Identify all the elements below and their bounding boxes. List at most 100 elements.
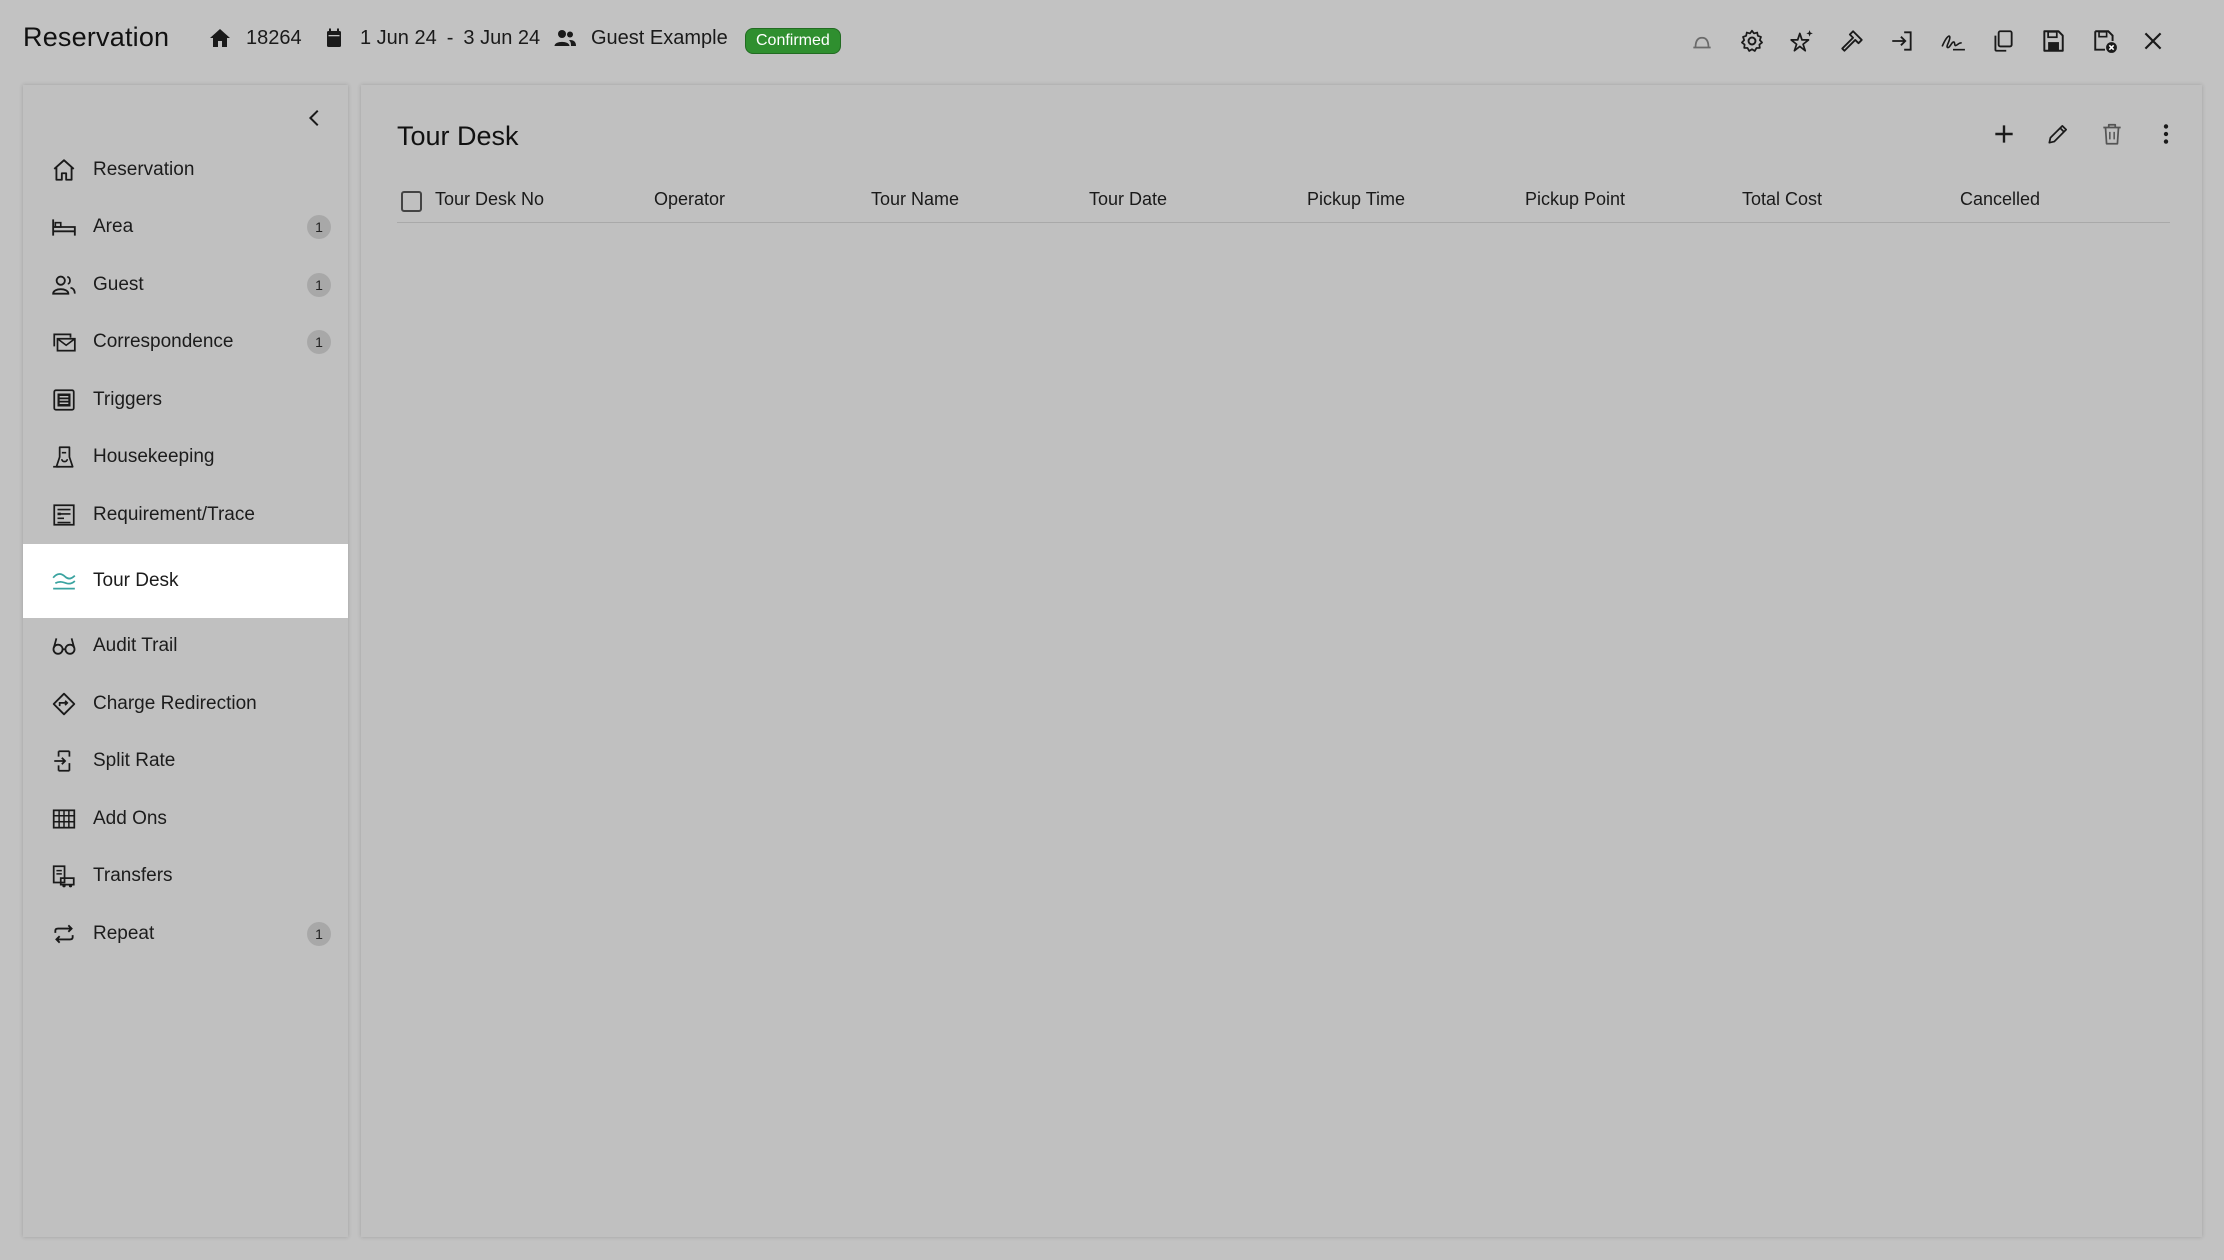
app-header: Reservation 18264 1 Jun 24 - 3 Jun 24 Gu… (0, 0, 2224, 82)
reservation-number: 18264 (208, 26, 302, 50)
column-header-tour-desk-no[interactable]: Tour Desk No (435, 189, 544, 210)
mail-stack-icon (53, 333, 76, 352)
count-badge: 1 (307, 272, 331, 297)
count-badge: 1 (307, 330, 331, 355)
diamond-arrow-icon (52, 692, 76, 715)
guest-name[interactable]: Guest Example (553, 26, 728, 50)
list-box-icon (53, 389, 75, 411)
sidebar-item-label: Charge Redirection (93, 692, 257, 714)
save-and-close-button[interactable] (2088, 24, 2122, 58)
reservation-number-value: 18264 (246, 26, 302, 49)
page-title: Reservation (23, 22, 170, 52)
column-header-pickup-point[interactable]: Pickup Point (1525, 189, 1625, 210)
users-icon (554, 30, 576, 46)
count-badge: 1 (307, 921, 331, 946)
stars-icon (1790, 30, 1813, 52)
checklist-icon (53, 504, 75, 526)
bed-icon (52, 219, 76, 236)
save-icon (2043, 30, 2064, 52)
column-header-total-cost[interactable]: Total Cost (1742, 189, 1822, 210)
pencil-icon (2048, 125, 2067, 144)
calendar-icon (327, 28, 341, 47)
sidebar-item-charge-redirection[interactable]: Charge Redirection (23, 675, 348, 733)
main-panel: Tour Desk Tour Desk No Operator Tour Nam… (361, 85, 2202, 1237)
stars-button[interactable] (1785, 24, 1819, 58)
grid-icon (52, 809, 76, 829)
plus-icon (1995, 125, 2013, 143)
sidebar-item-tour-desk[interactable]: Tour Desk (23, 543, 348, 618)
more-vertical-icon (2163, 124, 2169, 144)
guest-name-value: Guest Example (591, 26, 728, 49)
sidebar-item-label: Housekeeping (93, 446, 215, 468)
sidebar: Reservation Area 1 Guest 1 Correspondenc… (23, 85, 348, 1237)
add-button[interactable] (1987, 117, 2021, 151)
more-options-button[interactable] (2149, 117, 2183, 151)
settings-button[interactable] (1735, 24, 1769, 58)
sidebar-item-label: Triggers (93, 388, 162, 410)
sidebar-item-repeat[interactable]: Repeat 1 (23, 905, 348, 963)
column-header-tour-date[interactable]: Tour Date (1089, 189, 1167, 210)
chevron-left-icon (308, 109, 319, 127)
split-icon (54, 750, 71, 772)
tour-icon (52, 572, 76, 589)
check-in-button[interactable] (1885, 24, 1919, 58)
users-icon (52, 275, 76, 295)
home-icon (53, 159, 75, 181)
sidebar-item-reservation[interactable]: Reservation (23, 141, 348, 199)
collapse-sidebar-button[interactable] (300, 103, 330, 133)
sidebar-item-housekeeping[interactable]: Housekeeping (23, 429, 348, 487)
sidebar-item-label: Tour Desk (93, 569, 179, 591)
column-header-operator[interactable]: Operator (654, 189, 725, 210)
glasses-icon (52, 638, 76, 655)
sidebar-item-label: Correspondence (93, 331, 234, 353)
sidebar-item-label: Transfers (93, 865, 173, 887)
hammer-icon (1841, 30, 1863, 52)
column-header-pickup-time[interactable]: Pickup Time (1307, 189, 1405, 210)
date-from: 1 Jun 24 (360, 26, 437, 49)
save-close-icon (2094, 30, 2117, 53)
section-title: Tour Desk (397, 121, 519, 151)
gear-icon (1741, 29, 1763, 52)
save-button[interactable] (2036, 24, 2070, 58)
sidebar-item-label: Split Rate (93, 750, 176, 772)
status-badge: Confirmed (745, 28, 841, 54)
date-separator: - (446, 26, 454, 49)
sidebar-item-audit-trail[interactable]: Audit Trail (23, 618, 348, 676)
sidebar-item-label: Repeat (93, 922, 155, 944)
table-header: Tour Desk No Operator Tour Name Tour Dat… (397, 181, 2170, 223)
sidebar-item-split-rate[interactable]: Split Rate (23, 733, 348, 791)
delete-button[interactable] (2095, 117, 2129, 151)
signature-icon (1941, 35, 1965, 51)
sidebar-item-label: Add Ons (93, 807, 167, 829)
sidebar-item-label: Requirement/Trace (93, 503, 255, 525)
sidebar-item-label: Reservation (93, 158, 195, 180)
bell-button[interactable] (1685, 24, 1719, 58)
sidebar-item-triggers[interactable]: Triggers (23, 371, 348, 429)
edit-button[interactable] (2041, 117, 2075, 151)
count-badge: 1 (307, 215, 331, 240)
sidebar-item-correspondence[interactable]: Correspondence 1 (23, 314, 348, 372)
repeat-icon (54, 924, 74, 944)
sidebar-item-area[interactable]: Area 1 (23, 199, 348, 257)
sidebar-item-add-ons[interactable]: Add Ons (23, 790, 348, 848)
sidebar-item-label: Guest (93, 273, 144, 295)
transfer-icon (52, 865, 75, 888)
date-to: 3 Jun 24 (463, 26, 541, 49)
close-button[interactable] (2136, 24, 2170, 58)
sidebar-item-label: Area (93, 216, 134, 238)
select-all-checkbox[interactable] (401, 191, 422, 212)
column-header-tour-name[interactable]: Tour Name (871, 189, 959, 210)
hammer-button[interactable] (1835, 24, 1869, 58)
signature-button[interactable] (1936, 24, 1970, 58)
close-icon (2144, 32, 2162, 50)
trash-icon (2103, 123, 2121, 145)
copy-icon (1994, 30, 2013, 52)
sidebar-item-guest[interactable]: Guest 1 (23, 256, 348, 314)
column-header-cancelled[interactable]: Cancelled (1960, 189, 2040, 210)
sidebar-nav: Reservation Area 1 Guest 1 Correspondenc… (23, 141, 348, 963)
home-icon (210, 29, 230, 47)
sidebar-item-transfers[interactable]: Transfers (23, 848, 348, 906)
sidebar-item-requirement-trace[interactable]: Requirement/Trace (23, 486, 348, 544)
copy-button[interactable] (1986, 24, 2020, 58)
login-icon (1892, 31, 1912, 51)
